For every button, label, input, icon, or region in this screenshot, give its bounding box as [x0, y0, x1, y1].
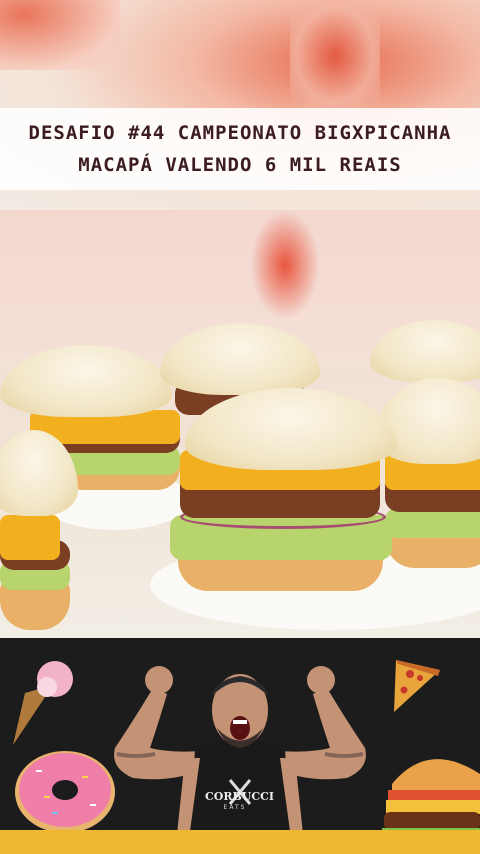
channel-banner: CORBUCCI EATS [0, 638, 480, 854]
ice-cream-icon [13, 661, 73, 745]
brand-logo-text: CORBUCCI [205, 790, 275, 803]
blurred-red-object [290, 0, 380, 110]
brand-logo-subtext: EATS [223, 804, 247, 811]
caption-line-1: DESAFIO #44 CAMPEONATO BIGXPICANHA [28, 122, 452, 144]
video-caption: DESAFIO #44 CAMPEONATO BIGXPICANHA MACAP… [0, 108, 480, 190]
donut-icon [15, 751, 115, 833]
mascot-person [114, 666, 366, 853]
banner-bottom-stripe [0, 830, 480, 854]
caption-line-2: MACAPÁ VALENDO 6 MIL REAIS [78, 154, 402, 176]
blurred-red-object [0, 0, 120, 70]
pizza-slice-icon [394, 660, 440, 712]
burger-photo [0, 210, 480, 638]
